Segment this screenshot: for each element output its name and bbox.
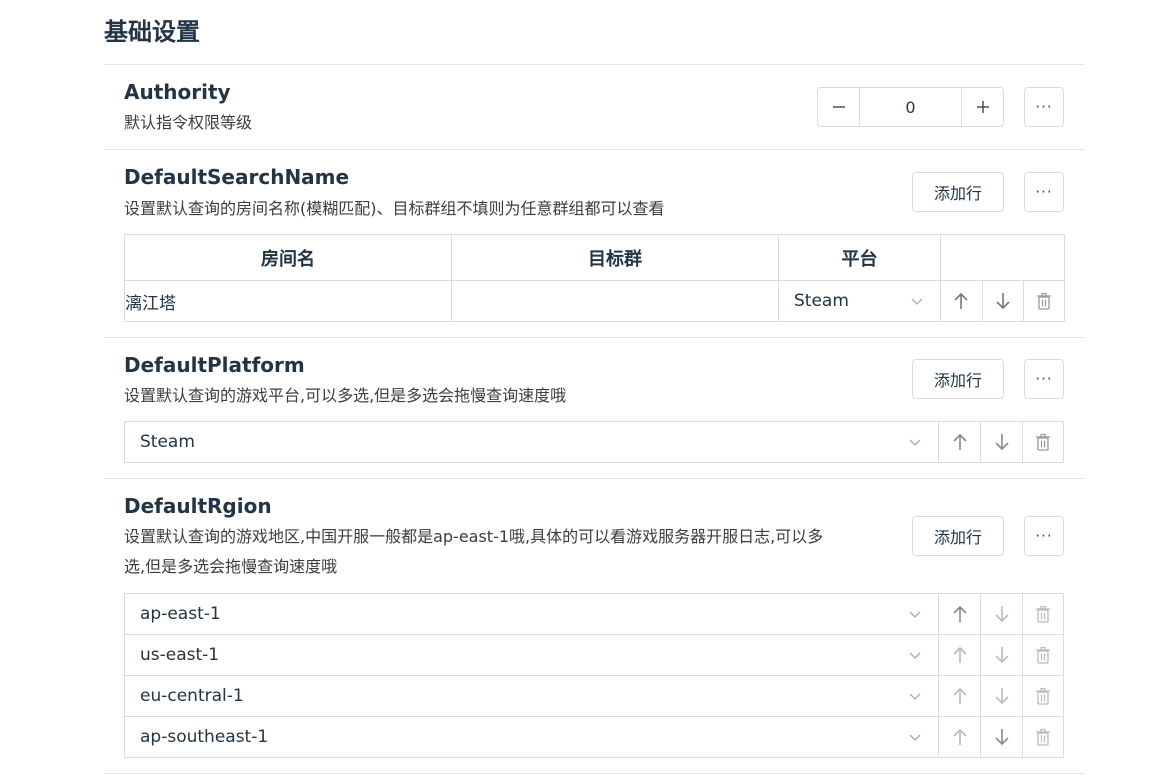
delete-row-button[interactable] (1023, 281, 1064, 321)
arrow-down-icon (994, 434, 1009, 451)
arrow-down-icon (996, 293, 1010, 310)
chevron-down-icon (909, 693, 921, 700)
delete-row-button[interactable] (1022, 594, 1063, 634)
list-item: eu-central-1 (125, 675, 1063, 716)
trash-icon (1036, 687, 1050, 705)
column-header-platform: 平台 (778, 234, 941, 281)
authority-value[interactable]: 0 (859, 88, 962, 126)
authority-desc: 默认指令权限等级 (124, 113, 253, 132)
divider (104, 773, 1084, 774)
region-title: DefaultRgion (124, 494, 272, 518)
move-up-button[interactable] (938, 676, 980, 716)
move-up-button[interactable] (941, 281, 982, 321)
table-header: 房间名 目标群 平台 (124, 234, 1065, 281)
authority-title: Authority (124, 80, 231, 104)
arrow-down-icon (994, 606, 1009, 623)
platform-title: DefaultPlatform (124, 353, 305, 377)
delete-row-button[interactable] (1022, 676, 1063, 716)
move-down-button[interactable] (980, 635, 1022, 675)
search-name-desc: 设置默认查询的房间名称(模糊匹配)、目标群组不填则为任意群组都可以查看 (124, 199, 665, 218)
trash-icon (1036, 646, 1050, 664)
platform-select[interactable]: Steam (125, 422, 938, 462)
arrow-up-icon (952, 646, 967, 663)
search-name-add-row-button[interactable]: 添加行 (912, 172, 1004, 212)
chevron-down-icon (911, 298, 923, 305)
decrement-button[interactable] (818, 88, 859, 126)
search-name-table: 房间名 目标群 平台 漓江塔 Steam (124, 234, 1065, 322)
divider (104, 478, 1084, 479)
region-select-value: us-east-1 (140, 645, 220, 665)
trash-icon (1036, 433, 1050, 451)
authority-stepper[interactable]: 0 (817, 87, 1004, 127)
move-down-button[interactable] (980, 594, 1022, 634)
region-select[interactable]: us-east-1 (125, 635, 938, 675)
platform-select[interactable]: Steam (778, 280, 941, 322)
move-down-button[interactable] (981, 281, 1024, 321)
increment-button[interactable] (962, 88, 1003, 126)
move-up-button[interactable] (938, 594, 980, 634)
region-select[interactable]: ap-east-1 (125, 594, 938, 634)
arrow-up-icon (952, 687, 967, 704)
chevron-down-icon (909, 439, 921, 446)
table-row: 漓江塔 Steam (124, 280, 1065, 322)
column-header-actions (940, 234, 1065, 281)
arrow-down-icon (994, 688, 1009, 705)
platform-select-value: Steam (794, 291, 849, 311)
divider (104, 64, 1084, 65)
delete-row-button[interactable] (1022, 635, 1063, 675)
delete-row-button[interactable] (1022, 717, 1063, 757)
region-select-value: eu-central-1 (140, 686, 244, 706)
row-actions (940, 280, 1065, 322)
plus-icon (976, 101, 989, 113)
move-up-button[interactable] (938, 635, 980, 675)
search-name-title: DefaultSearchName (124, 165, 350, 189)
trash-icon (1036, 605, 1050, 623)
chevron-down-icon (909, 611, 921, 618)
chevron-down-icon (909, 652, 921, 659)
divider (104, 149, 1084, 150)
list-item: ap-southeast-1 (125, 716, 1063, 757)
region-add-row-button[interactable]: 添加行 (912, 516, 1004, 556)
region-desc-line2: 选,但是多选会拖慢查询速度哦 (124, 557, 338, 576)
platform-add-row-button[interactable]: 添加行 (912, 359, 1004, 399)
arrow-down-icon (994, 647, 1009, 664)
column-header-room: 房间名 (124, 234, 452, 281)
column-header-group: 目标群 (451, 234, 779, 281)
region-select[interactable]: ap-southeast-1 (125, 717, 938, 757)
list-item: us-east-1 (125, 634, 1063, 675)
platform-select-value: Steam (140, 432, 195, 452)
authority-more-button[interactable]: ··· (1024, 87, 1064, 127)
region-select[interactable]: eu-central-1 (125, 676, 938, 716)
platform-more-button[interactable]: ··· (1024, 359, 1064, 399)
region-more-button[interactable]: ··· (1024, 516, 1064, 556)
divider (104, 337, 1084, 338)
search-name-more-button[interactable]: ··· (1024, 172, 1064, 212)
region-select-value: ap-southeast-1 (140, 727, 269, 747)
list-item: ap-east-1 (125, 594, 1063, 634)
move-down-button[interactable] (980, 422, 1022, 462)
region-select-value: ap-east-1 (140, 604, 221, 624)
move-up-button[interactable] (938, 422, 980, 462)
move-down-button[interactable] (980, 717, 1022, 757)
trash-icon (1036, 728, 1050, 746)
arrow-down-icon (994, 729, 1009, 746)
region-desc-line1: 设置默认查询的游戏地区,中国开服一般都是ap-east-1哦,具体的可以看游戏服… (124, 527, 824, 546)
platform-list: Steam (124, 421, 1064, 463)
minus-icon (832, 106, 845, 108)
region-list: ap-east-1 us-east-1 eu-central-1 ap-sout… (124, 593, 1064, 758)
arrow-up-icon (952, 605, 967, 622)
room-name-cell[interactable]: 漓江塔 (124, 280, 452, 322)
move-up-button[interactable] (938, 717, 980, 757)
page-title: 基础设置 (104, 18, 200, 46)
move-down-button[interactable] (980, 676, 1022, 716)
trash-icon (1037, 292, 1052, 310)
arrow-up-icon (954, 292, 968, 309)
target-group-cell[interactable] (451, 280, 779, 322)
chevron-down-icon (909, 734, 921, 741)
arrow-up-icon (952, 728, 967, 745)
list-item: Steam (125, 422, 1063, 462)
arrow-up-icon (952, 433, 967, 450)
delete-row-button[interactable] (1022, 422, 1063, 462)
platform-desc: 设置默认查询的游戏平台,可以多选,但是多选会拖慢查询速度哦 (124, 386, 567, 405)
